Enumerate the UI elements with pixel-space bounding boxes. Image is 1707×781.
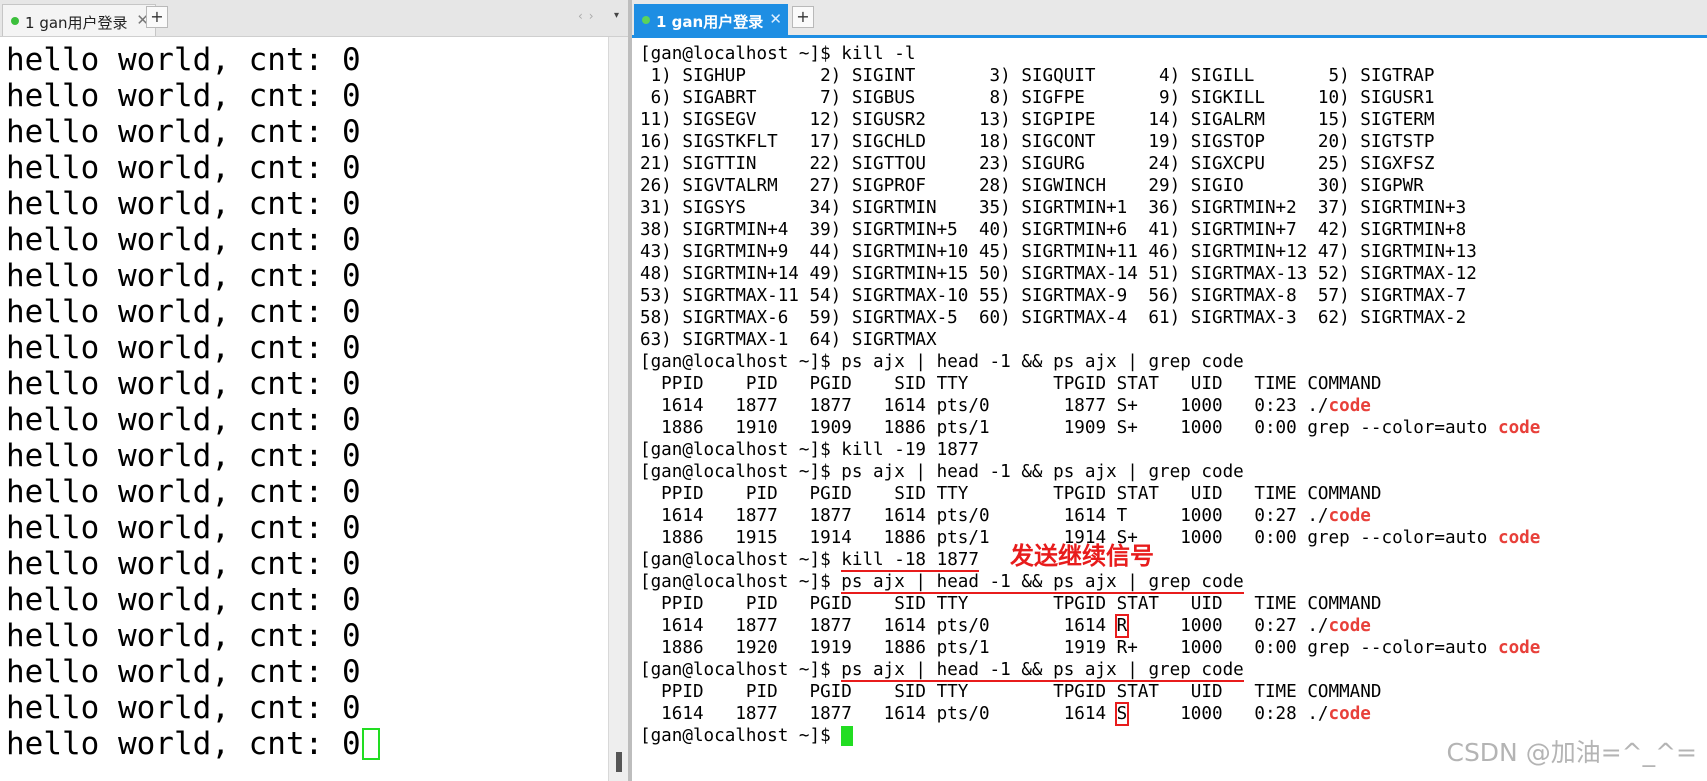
ps-header: PPID PID PGID SID TTY TPGID STAT UID TIM… bbox=[640, 374, 1382, 394]
output-line: hello world, cnt: 0 bbox=[6, 510, 361, 546]
left-terminal-pane[interactable]: 1 gan用户登录 ✕ + ‹› ▾ hello world, cnt: 0 he… bbox=[0, 0, 628, 781]
output-line: hello world, cnt: 0 bbox=[6, 330, 361, 366]
signal-line: 26) SIGVTALRM 27) SIGPROF 28) SIGWINCH 2… bbox=[640, 176, 1424, 196]
output-line: hello world, cnt: 0 bbox=[6, 726, 606, 762]
underlined-command: ps ajx | head -1 && ps ajx | grep code bbox=[841, 572, 1244, 594]
terminal-line: [gan@localhost ~]$ ps ajx | head -1 && p… bbox=[640, 572, 1244, 594]
ps-row: 1886 1915 1914 1886 pts/1 1914 S+ 1000 0… bbox=[640, 528, 1541, 548]
highlighted-match: code bbox=[1328, 396, 1371, 416]
output-line: hello world, cnt: 0 bbox=[6, 222, 361, 258]
ps-header: PPID PID PGID SID TTY TPGID STAT UID TIM… bbox=[640, 594, 1382, 614]
highlighted-match: code bbox=[1498, 638, 1541, 658]
process-stat: T bbox=[1116, 506, 1128, 526]
connected-status-icon bbox=[11, 17, 19, 25]
process-stat: R bbox=[1114, 614, 1130, 638]
signal-line: 6) SIGABRT 7) SIGBUS 8) SIGFPE 9) SIGKIL… bbox=[640, 88, 1435, 108]
scrollbar-thumb[interactable] bbox=[616, 752, 622, 772]
ps-row: 1614 1877 1877 1614 pts/0 1614 S 1000 0:… bbox=[640, 702, 1371, 726]
add-tab-button[interactable]: + bbox=[792, 6, 814, 28]
left-session-tab[interactable]: 1 gan用户登录 ✕ bbox=[2, 4, 156, 36]
output-line: hello world, cnt: 0 bbox=[6, 402, 361, 438]
ps-row: 1886 1910 1909 1886 pts/1 1909 S+ 1000 0… bbox=[640, 418, 1541, 438]
signal-line: 53) SIGRTMAX-11 54) SIGRTMAX-10 55) SIGR… bbox=[640, 286, 1467, 306]
process-stat: S+ bbox=[1116, 396, 1138, 416]
output-line: hello world, cnt: 0 bbox=[6, 258, 361, 294]
ps-row: 1614 1877 1877 1614 pts/0 1614 T 1000 0:… bbox=[640, 506, 1371, 526]
right-session-tab[interactable]: 1 gan用户登录 ✕ bbox=[634, 4, 788, 36]
output-line: hello world, cnt: 0 bbox=[6, 366, 361, 402]
left-terminal-output: hello world, cnt: 0 hello world, cnt: 0 he… bbox=[6, 42, 606, 762]
signal-line: 31) SIGSYS 34) SIGRTMIN 35) SIGRTMIN+1 3… bbox=[640, 198, 1467, 218]
tab-list-dropdown-icon[interactable]: ▾ bbox=[614, 10, 619, 21]
right-tab-bar: 1 gan用户登录 ✕ + bbox=[632, 0, 1707, 38]
output-line: hello world, cnt: 0 bbox=[6, 618, 361, 654]
terminal-cursor bbox=[841, 726, 854, 746]
terminal-line: [gan@localhost ~]$ ps ajx | head -1 && p… bbox=[640, 660, 1244, 682]
left-tab-bar: 1 gan用户登录 ✕ + ‹› ▾ bbox=[0, 0, 628, 37]
right-terminal-pane[interactable]: 1 gan用户登录 ✕ + [gan@localhost ~]$ kill -l… bbox=[632, 0, 1707, 781]
highlighted-match: code bbox=[1328, 616, 1371, 636]
output-line: hello world, cnt: 0 bbox=[6, 690, 361, 726]
ps-result: 1614 1877 1877 1614 pts/0 1614 S 1000 0:… bbox=[640, 702, 1700, 726]
output-line: hello world, cnt: 0 bbox=[6, 78, 361, 114]
terminal-line: [gan@localhost ~]$ kill -l bbox=[640, 44, 916, 64]
output-line: hello world, cnt: 0 bbox=[6, 438, 361, 474]
output-line: hello world, cnt: 0 bbox=[6, 474, 361, 510]
output-line: hello world, cnt: 0 bbox=[6, 114, 361, 150]
highlighted-match: code bbox=[1498, 418, 1541, 438]
process-stat: S bbox=[1114, 702, 1130, 726]
output-line: hello world, cnt: 0 bbox=[6, 186, 361, 222]
ps-row: 1614 1877 1877 1614 pts/0 1614 R 1000 0:… bbox=[640, 614, 1371, 638]
signal-line: 1) SIGHUP 2) SIGINT 3) SIGQUIT 4) SIGILL… bbox=[640, 66, 1435, 86]
highlighted-match: code bbox=[1328, 704, 1371, 724]
output-line: hello world, cnt: 0 bbox=[6, 42, 361, 78]
output-line: hello world, cnt: 0 bbox=[6, 582, 361, 618]
process-stat: S+ bbox=[1116, 418, 1138, 438]
signal-line: 43) SIGRTMIN+9 44) SIGRTMIN+10 45) SIGRT… bbox=[640, 242, 1477, 262]
close-icon[interactable]: ✕ bbox=[769, 10, 782, 28]
highlighted-match: code bbox=[1328, 506, 1371, 526]
ps-result: 1614 1877 1877 1614 pts/0 1877 S+ 1000 0… bbox=[640, 395, 1700, 439]
signal-line: 63) SIGRTMAX-1 64) SIGRTMAX bbox=[640, 330, 937, 350]
ps-result: 1614 1877 1877 1614 pts/0 1614 T 1000 0:… bbox=[640, 505, 1700, 549]
right-terminal-output: [gan@localhost ~]$ kill -l 1) SIGHUP 2) … bbox=[640, 43, 1700, 747]
terminal-line: [gan@localhost ~]$ ps ajx | head -1 && p… bbox=[640, 352, 1244, 372]
signal-line: 48) SIGRTMIN+14 49) SIGRTMIN+15 50) SIGR… bbox=[640, 264, 1477, 284]
output-line: hello world, cnt: 0 bbox=[6, 546, 361, 582]
terminal-cursor bbox=[361, 728, 380, 760]
right-tab-title: 1 gan用户登录 bbox=[656, 13, 764, 31]
signal-line: 11) SIGSEGV 12) SIGUSR2 13) SIGPIPE 14) … bbox=[640, 110, 1435, 130]
signal-line: 58) SIGRTMAX-6 59) SIGRTMAX-5 60) SIGRTM… bbox=[640, 308, 1467, 328]
annotation-label: 发送继续信号 bbox=[1010, 542, 1154, 570]
connected-status-icon bbox=[642, 16, 650, 24]
process-stat: R+ bbox=[1116, 638, 1138, 658]
output-line: hello world, cnt: 0 bbox=[6, 654, 361, 690]
ps-result: 1614 1877 1877 1614 pts/0 1614 R 1000 0:… bbox=[640, 614, 1700, 659]
terminal-line: [gan@localhost ~]$ kill -19 1877 bbox=[640, 440, 979, 460]
active-tab-underline bbox=[632, 35, 1707, 38]
ps-row: 1614 1877 1877 1614 pts/0 1877 S+ 1000 0… bbox=[640, 396, 1371, 416]
output-line: hello world, cnt: 0 bbox=[6, 294, 361, 330]
terminal-line: [gan@localhost ~]$ kill -18 1877 发送继续信号 bbox=[640, 542, 1154, 572]
terminal-line: [gan@localhost ~]$ ps ajx | head -1 && p… bbox=[640, 462, 1244, 482]
left-scrollbar[interactable] bbox=[608, 37, 628, 781]
ps-header: PPID PID PGID SID TTY TPGID STAT UID TIM… bbox=[640, 682, 1382, 702]
signal-line: 21) SIGTTIN 22) SIGTTOU 23) SIGURG 24) S… bbox=[640, 154, 1435, 174]
left-tab-title: 1 gan用户登录 bbox=[25, 14, 128, 32]
ps-row: 1886 1920 1919 1886 pts/1 1919 R+ 1000 0… bbox=[640, 638, 1541, 658]
signal-line: 38) SIGRTMIN+4 39) SIGRTMIN+5 40) SIGRTM… bbox=[640, 220, 1467, 240]
underlined-command: ps ajx | head -1 && ps ajx | grep code bbox=[841, 660, 1244, 682]
output-line: hello world, cnt: 0 bbox=[6, 150, 361, 186]
highlighted-match: code bbox=[1498, 528, 1541, 548]
add-tab-button[interactable]: + bbox=[146, 6, 168, 28]
tab-scroll-arrows-icon[interactable]: ‹› bbox=[578, 9, 600, 23]
underlined-command: kill -18 1877 bbox=[841, 550, 979, 572]
watermark: CSDN @加油=^_^= bbox=[1446, 738, 1697, 767]
signal-line: 16) SIGSTKFLT 17) SIGCHLD 18) SIGCONT 19… bbox=[640, 132, 1435, 152]
signal-list: 1) SIGHUP 2) SIGINT 3) SIGQUIT 4) SIGILL… bbox=[640, 65, 1700, 351]
ps-header: PPID PID PGID SID TTY TPGID STAT UID TIM… bbox=[640, 484, 1382, 504]
